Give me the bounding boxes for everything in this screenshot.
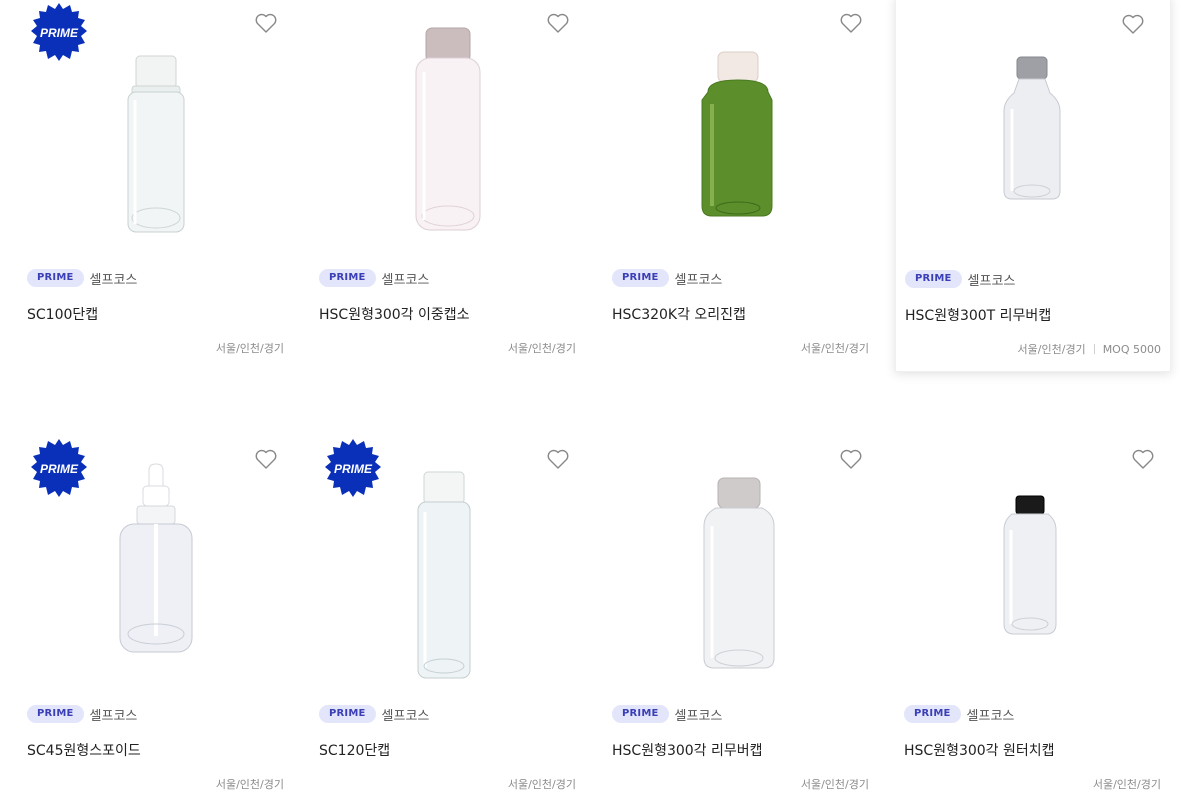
region-text: 서울/인천/경기 xyxy=(507,342,576,355)
product-image[interactable] xyxy=(612,0,888,248)
region-text: 서울/인천/경기 xyxy=(215,342,284,355)
product-name[interactable]: SC45원형스포이드 xyxy=(27,740,141,760)
product-name[interactable]: SC100단캡 xyxy=(27,304,98,324)
product-name[interactable]: HSC원형300각 리무버캡 xyxy=(612,740,763,760)
product-meta: PRIME 셀프코스 xyxy=(27,268,137,288)
favorite-heart-icon[interactable] xyxy=(546,448,570,470)
brand-name[interactable]: 셀프코스 xyxy=(675,705,723,724)
prime-tag: PRIME xyxy=(904,705,961,723)
product-grid: PRIME PRIME 셀프코스 SC100단캡 서울/인천/경기 PRIME … xyxy=(0,0,1184,792)
brand-name[interactable]: 셀프코스 xyxy=(90,269,138,288)
prime-burst-text: PRIME xyxy=(334,462,373,476)
moq-text: MOQ 5000 xyxy=(1102,342,1161,356)
favorite-heart-icon[interactable] xyxy=(254,448,278,470)
product-name[interactable]: HSC원형300각 원터치캡 xyxy=(904,740,1055,760)
product-card-hovered[interactable]: PRIME 셀프코스 HSC원형300T 리무버캡 서울/인천/경기 MOQ 5… xyxy=(895,0,1171,372)
product-name[interactable]: SC120단캡 xyxy=(319,740,390,760)
product-image[interactable] xyxy=(896,1,1172,249)
product-card[interactable]: PRIME 셀프코스 HSC원형300각 이중캡소 서울/인천/경기 xyxy=(319,0,595,372)
delivery-region: 서울/인천/경기 xyxy=(801,776,869,792)
prime-tag: PRIME xyxy=(319,705,376,723)
product-meta: PRIME 셀프코스 xyxy=(904,704,1014,724)
brand-name[interactable]: 셀프코스 xyxy=(967,705,1015,724)
favorite-heart-icon[interactable] xyxy=(1121,13,1145,35)
product-name[interactable]: HSC원형300각 이중캡소 xyxy=(319,304,470,324)
favorite-heart-icon[interactable] xyxy=(1131,448,1155,470)
prime-tag: PRIME xyxy=(319,269,376,287)
product-meta: PRIME 셀프코스 xyxy=(612,704,722,724)
region-text: 서울/인천/경기 xyxy=(507,778,576,791)
product-card[interactable]: PRIME PRIME 셀프코스 SC45원형스포이드 서울/인천/경기 xyxy=(27,436,303,792)
region-text: 서울/인천/경기 xyxy=(1017,343,1086,356)
product-meta: PRIME 셀프코스 xyxy=(319,268,429,288)
delivery-region: 서울/인천/경기 xyxy=(508,340,576,356)
region-text: 서울/인천/경기 xyxy=(1092,778,1161,791)
prime-tag: PRIME xyxy=(27,705,84,723)
prime-burst-badge: PRIME xyxy=(29,2,89,62)
product-card[interactable]: PRIME 셀프코스 HSC원형300각 원터치캡 서울/인천/경기 xyxy=(904,436,1180,792)
prime-tag: PRIME xyxy=(612,705,669,723)
prime-tag: PRIME xyxy=(27,269,84,287)
prime-burst-text: PRIME xyxy=(40,26,79,40)
product-name[interactable]: HSC원형300T 리무버캡 xyxy=(905,305,1051,325)
product-card[interactable]: PRIME PRIME 셀프코스 SC100단캡 서울/인천/경기 xyxy=(27,0,303,372)
product-name[interactable]: HSC320K각 오리진캡 xyxy=(612,304,746,324)
delivery-region: 서울/인천/경기 xyxy=(216,776,284,792)
brand-name[interactable]: 셀프코스 xyxy=(382,705,430,724)
prime-burst-text: PRIME xyxy=(40,462,79,476)
product-meta: PRIME 셀프코스 xyxy=(27,704,137,724)
delivery-region: 서울/인천/경기 xyxy=(508,776,576,792)
brand-name[interactable]: 셀프코스 xyxy=(968,270,1016,289)
delivery-region: 서울/인천/경기 MOQ 5000 xyxy=(1018,341,1161,357)
prime-burst-badge: PRIME xyxy=(323,438,383,498)
brand-name[interactable]: 셀프코스 xyxy=(90,705,138,724)
product-image[interactable] xyxy=(319,0,595,248)
favorite-heart-icon[interactable] xyxy=(839,448,863,470)
favorite-heart-icon[interactable] xyxy=(546,12,570,34)
prime-tag: PRIME xyxy=(612,269,669,287)
product-meta: PRIME 셀프코스 xyxy=(319,704,429,724)
delivery-region: 서울/인천/경기 xyxy=(1093,776,1161,792)
delivery-region: 서울/인천/경기 xyxy=(216,340,284,356)
prime-tag: PRIME xyxy=(905,270,962,288)
region-text: 서울/인천/경기 xyxy=(800,778,869,791)
separator xyxy=(1093,344,1095,354)
product-meta: PRIME 셀프코스 xyxy=(905,269,1015,289)
prime-burst-badge: PRIME xyxy=(29,438,89,498)
region-text: 서울/인천/경기 xyxy=(215,778,284,791)
favorite-heart-icon[interactable] xyxy=(254,12,278,34)
product-image[interactable] xyxy=(612,436,888,684)
product-card[interactable]: PRIME PRIME 셀프코스 SC120단캡 서울/인천/경기 xyxy=(319,436,595,792)
brand-name[interactable]: 셀프코스 xyxy=(675,269,723,288)
product-card[interactable]: PRIME 셀프코스 HSC원형300각 리무버캡 서울/인천/경기 xyxy=(612,436,888,792)
product-image[interactable] xyxy=(904,436,1180,684)
brand-name[interactable]: 셀프코스 xyxy=(382,269,430,288)
favorite-heart-icon[interactable] xyxy=(839,12,863,34)
delivery-region: 서울/인천/경기 xyxy=(801,340,869,356)
product-card[interactable]: PRIME 셀프코스 HSC320K각 오리진캡 서울/인천/경기 xyxy=(612,0,888,372)
product-meta: PRIME 셀프코스 xyxy=(612,268,722,288)
region-text: 서울/인천/경기 xyxy=(800,342,869,355)
